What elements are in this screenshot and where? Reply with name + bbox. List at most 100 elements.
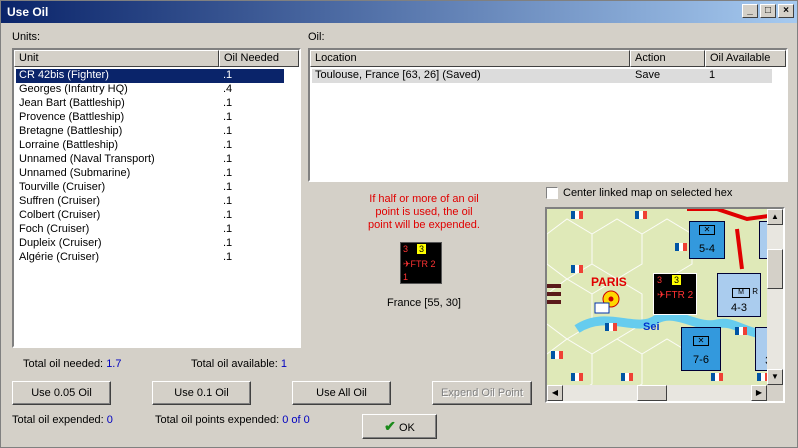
map-city-paris: PARIS: [591, 275, 627, 289]
minimize-button[interactable]: _: [742, 4, 758, 18]
unit-row[interactable]: Unnamed (Submarine) .1: [16, 167, 284, 181]
map-scroll-right-icon[interactable]: ▶: [751, 385, 767, 401]
oil-col-action[interactable]: Action: [630, 50, 705, 67]
use-all-oil-button[interactable]: Use All Oil: [292, 381, 391, 405]
unit-row[interactable]: Provence (Battleship) .1: [16, 111, 284, 125]
unit-oil-needed: .1: [223, 195, 233, 207]
units-list[interactable]: Unit Oil Needed CR 42bis (Fighter) .1 Geor…: [12, 48, 301, 348]
unit-row[interactable]: Lorraine (Battleship) .1: [16, 139, 284, 153]
unit-oil-needed: .1: [223, 209, 233, 221]
map-unit-label: 4-3: [731, 302, 747, 314]
oil-label: Oil:: [308, 31, 325, 43]
use-01-oil-button[interactable]: Use 0.1 Oil: [152, 381, 251, 405]
map-unit-tag: R: [752, 287, 758, 296]
map-counter-type-label: FTR 2: [665, 290, 694, 301]
unit-row[interactable]: Algérie (Cruiser) .1: [16, 251, 284, 265]
oil-warning-text: If half or more of an oil point is used,…: [368, 193, 480, 231]
linked-map[interactable]: PARIS Sei ✕ 5-4 5- 3 3 ✈FTR 2 M R 4-3 ✕ …: [545, 207, 785, 403]
unit-oil-needed: .1: [223, 153, 233, 165]
window-title: Use Oil: [7, 5, 49, 19]
unit-name: Provence (Battleship): [19, 111, 125, 123]
map-vertical-scrollbar[interactable]: ▲ ▼: [767, 209, 783, 385]
unit-name: Suffren (Cruiser): [19, 195, 101, 207]
map-scroll-down-icon[interactable]: ▼: [767, 369, 783, 385]
unit-row[interactable]: Tourville (Cruiser) .1: [16, 181, 284, 195]
unit-name: Colbert (Cruiser): [19, 209, 101, 221]
unit-oil-needed: .1: [223, 139, 233, 151]
map-scroll-left-icon[interactable]: ◀: [547, 385, 563, 401]
unit-name: Foch (Cruiser): [19, 223, 90, 235]
map-river-label: Sei: [643, 321, 660, 333]
total-available-label: Total oil available:: [191, 358, 278, 370]
unit-row[interactable]: Colbert (Cruiser) .1: [16, 209, 284, 223]
ok-label: OK: [398, 422, 415, 434]
unit-row[interactable]: Georges (Infantry HQ) .4: [16, 83, 284, 97]
oil-row-location: Toulouse, France [63, 26] (Saved): [315, 69, 481, 81]
map-horizontal-scrollbar[interactable]: ◀ ▶: [547, 385, 767, 401]
map-unit-label: 7-6: [693, 354, 709, 366]
oil-col-location[interactable]: Location: [310, 50, 630, 67]
total-oil-points-expended: Total oil points expended: 0 of 0: [155, 414, 310, 426]
units-col-unit[interactable]: Unit: [14, 50, 219, 67]
map-scroll-thumb[interactable]: [767, 249, 783, 289]
unit-oil-needed: .1: [223, 111, 233, 123]
armor-icon: M: [732, 288, 750, 298]
oil-list[interactable]: Location Action Oil Available Toulouse, …: [308, 48, 788, 182]
unit-row[interactable]: CR 42bis (Fighter) .1: [16, 69, 284, 83]
counter-left-num: 3: [403, 244, 409, 254]
expend-oil-point-button[interactable]: Expend Oil Point: [432, 381, 532, 405]
unit-oil-needed: .1: [223, 237, 233, 249]
total-expended-label: Total oil expended:: [12, 414, 104, 426]
center-map-checkbox[interactable]: [546, 187, 558, 199]
counter-bottom-num: 1: [403, 272, 409, 282]
unit-oil-needed: .1: [223, 125, 233, 137]
unit-row[interactable]: Bretagne (Battleship) .1: [16, 125, 284, 139]
unit-name: Algérie (Cruiser): [19, 251, 100, 263]
oil-row-action: Save: [635, 69, 661, 81]
total-needed-value: 1.7: [106, 358, 122, 370]
unit-row[interactable]: Dupleix (Cruiser) .1: [16, 237, 284, 251]
oil-row-available: 1: [709, 69, 716, 81]
center-map-label[interactable]: Center linked map on selected hex: [563, 187, 732, 199]
ok-button[interactable]: ✔ OK: [362, 414, 437, 439]
map-unit-armor[interactable]: M R 4-3: [717, 273, 761, 317]
unit-name: Tourville (Cruiser): [19, 181, 106, 193]
total-points-label: Total oil points expended:: [155, 414, 280, 426]
map-scroll-up-icon[interactable]: ▲: [767, 209, 783, 225]
unit-name: Jean Bart (Battleship): [19, 97, 125, 109]
title-bar[interactable]: Use Oil _ □ ×: [1, 1, 797, 23]
unit-row[interactable]: Foch (Cruiser) .1: [16, 223, 284, 237]
fighter-unit-counter: 3 3 ✈FTR 2 1: [400, 242, 442, 284]
unit-name: Dupleix (Cruiser): [19, 237, 102, 249]
map-counter-left-num: 3: [657, 275, 663, 285]
infantry-icon: ✕: [699, 225, 715, 235]
infantry-icon: ✕: [693, 336, 709, 346]
oil-col-available[interactable]: Oil Available: [705, 50, 786, 67]
unit-oil-needed: .4: [223, 83, 233, 95]
map-unit-infantry-1[interactable]: ✕ 5-4: [689, 221, 725, 259]
counter-type-label: FTR 2: [410, 259, 436, 269]
counter-center-num: 3: [417, 244, 427, 254]
unit-row[interactable]: Jean Bart (Battleship) .1: [16, 97, 284, 111]
unit-oil-needed: .1: [223, 223, 233, 235]
map-fighter-counter[interactable]: 3 3 ✈FTR 2: [653, 273, 697, 315]
unit-name: Lorraine (Battleship): [19, 139, 119, 151]
units-col-oil-needed[interactable]: Oil Needed: [219, 50, 299, 67]
unit-oil-needed: .1: [223, 69, 233, 81]
map-unit-infantry-3[interactable]: ✕ 7-6: [681, 327, 721, 371]
unit-row[interactable]: Suffren (Cruiser) .1: [16, 195, 284, 209]
total-needed-label: Total oil needed:: [23, 358, 104, 370]
total-points-value: 0 of 0: [282, 414, 310, 426]
total-oil-available: Total oil available: 1: [191, 358, 287, 370]
map-hscroll-thumb[interactable]: [637, 385, 667, 401]
unit-oil-needed: .1: [223, 167, 233, 179]
map-unit-label: 5-4: [699, 243, 715, 255]
oil-row[interactable]: Toulouse, France [63, 26] (Saved) Save 1: [312, 69, 772, 83]
maximize-button[interactable]: □: [760, 4, 776, 18]
unit-name: Unnamed (Naval Transport): [19, 153, 155, 165]
unit-row[interactable]: Unnamed (Naval Transport) .1: [16, 153, 284, 167]
unit-name: Bretagne (Battleship): [19, 125, 123, 137]
use-005-oil-button[interactable]: Use 0.05 Oil: [12, 381, 111, 405]
total-expended-value: 0: [106, 414, 113, 426]
close-button[interactable]: ×: [778, 4, 794, 18]
